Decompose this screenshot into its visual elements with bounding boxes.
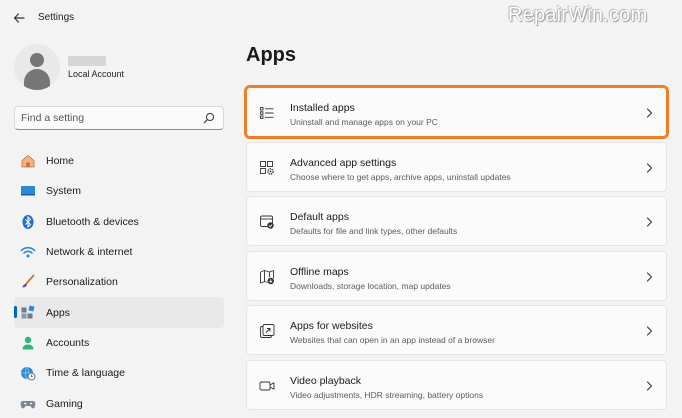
- chevron-right-icon: [646, 108, 653, 118]
- card-description: Downloads, storage location, map updates: [290, 280, 451, 291]
- sidebar-item-label: Time & language: [46, 367, 125, 380]
- card-title: Apps for websites: [290, 320, 373, 332]
- sidebar-item-bluetooth[interactable]: Bluetooth & devices: [14, 207, 224, 237]
- sidebar-item-label: Gaming: [46, 397, 83, 410]
- settings-window: Settings RepairWin.com Local Account Ho: [0, 0, 682, 418]
- sidebar-item-network[interactable]: Network & internet: [14, 237, 224, 267]
- back-button[interactable]: [8, 8, 30, 28]
- bluetooth-icon: [20, 214, 36, 230]
- card-description: Choose where to get apps, archive apps, …: [290, 171, 511, 182]
- chevron-right-icon: [646, 380, 653, 391]
- search-input[interactable]: [21, 110, 201, 126]
- gamepad-icon: [20, 396, 36, 412]
- app-title: Settings: [38, 12, 75, 23]
- sidebar-item-system[interactable]: System: [14, 176, 224, 206]
- chevron-right-icon: [646, 326, 653, 336]
- back-arrow-icon: [13, 13, 25, 23]
- card-title: Offline maps: [290, 265, 349, 278]
- monitor-icon: [20, 183, 36, 199]
- page-title: Apps: [246, 44, 296, 66]
- card-title: Advanced app settings: [290, 156, 397, 169]
- default-apps-card[interactable]: Default apps Defaults for file and link …: [246, 196, 667, 246]
- sidebar-item-label: Home: [46, 155, 75, 168]
- list-icon: [260, 107, 274, 119]
- home-icon: [20, 153, 36, 169]
- card-title: Installed apps: [290, 102, 355, 114]
- brush-icon: [20, 274, 36, 290]
- avatar: [14, 44, 60, 90]
- default-apps-icon: [260, 215, 274, 229]
- sidebar-item-label: Accounts: [46, 336, 90, 349]
- advanced-app-settings-card[interactable]: Advanced app settings Choose where to ge…: [246, 141, 667, 192]
- card-description: Defaults for file and link types, other …: [290, 226, 458, 236]
- sidebar-item-apps[interactable]: Apps: [14, 297, 224, 328]
- apps-settings-list: Installed apps Uninstall and manage apps…: [244, 85, 669, 414]
- search-box[interactable]: [14, 106, 224, 130]
- card-title: Video playback: [290, 374, 362, 387]
- video-icon: [259, 381, 275, 390]
- globe-clock-icon: [20, 365, 36, 381]
- chevron-right-icon: [646, 217, 653, 227]
- wifi-icon: [20, 244, 36, 260]
- account-type-label: Local Account: [68, 69, 125, 79]
- apps-for-websites-card[interactable]: Apps for websites Websites that can open…: [246, 305, 667, 355]
- chevron-right-icon: [646, 271, 653, 282]
- map-icon: [260, 269, 274, 284]
- avatar-body: [24, 69, 50, 90]
- video-playback-card[interactable]: Video playback Video adjustments, HDR st…: [246, 359, 667, 410]
- card-title: Default apps: [290, 211, 349, 223]
- sidebar-item-home[interactable]: Home: [14, 146, 224, 176]
- sidebar-item-label: System: [46, 185, 82, 198]
- watermark: RepairWin.com: [508, 4, 648, 26]
- person-icon: [20, 335, 36, 351]
- apps-icon: [20, 305, 36, 321]
- sidebar-item-personalization[interactable]: Personalization: [14, 267, 224, 297]
- card-description: Video adjustments, HDR streaming, batter…: [290, 389, 484, 400]
- sidebar-item-label: Apps: [46, 306, 70, 319]
- sidebar-item-label: Personalization: [46, 276, 118, 289]
- sidebar-item-time-language[interactable]: Time & language: [14, 358, 224, 388]
- user-name-redacted: [68, 56, 106, 66]
- title-bar: Settings RepairWin.com: [0, 0, 682, 36]
- open-in-app-icon: [260, 324, 275, 338]
- user-profile[interactable]: Local Account: [14, 44, 224, 92]
- avatar-head: [30, 53, 44, 67]
- chevron-right-icon: [646, 162, 653, 173]
- sidebar-item-accounts[interactable]: Accounts: [14, 328, 224, 358]
- sidebar-nav: Home System Bluetooth & devices Network …: [14, 146, 224, 418]
- search-icon: [203, 112, 215, 124]
- app-settings-icon: [260, 160, 274, 175]
- installed-apps-card[interactable]: Installed apps Uninstall and manage apps…: [244, 85, 669, 139]
- offline-maps-card[interactable]: Offline maps Downloads, storage location…: [246, 250, 667, 301]
- sidebar-item-label: Network & internet: [46, 246, 133, 259]
- card-description: Uninstall and manage apps on your PC: [290, 117, 438, 127]
- sidebar-item-gaming[interactable]: Gaming: [14, 388, 224, 418]
- sidebar-item-label: Bluetooth & devices: [46, 215, 139, 228]
- card-description: Websites that can open in an app instead…: [290, 335, 495, 345]
